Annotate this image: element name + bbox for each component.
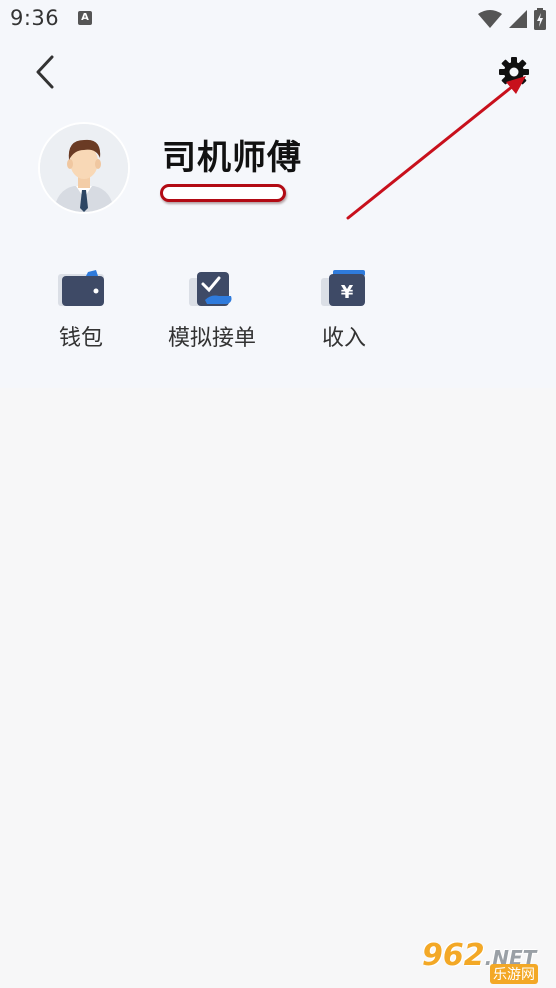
cellular-signal-icon [509, 10, 527, 28]
mock-order-button[interactable]: 模拟接单 [160, 268, 264, 358]
task-check-icon [189, 272, 232, 306]
wallet-icon [58, 270, 104, 306]
avatar[interactable] [38, 122, 130, 214]
income-button[interactable]: ¥ 收入 [308, 268, 380, 358]
settings-button[interactable] [498, 56, 530, 88]
wallet-button[interactable]: 钱包 [46, 268, 116, 358]
wifi-icon [478, 10, 502, 28]
back-button[interactable] [28, 52, 62, 92]
watermark-sub: 乐游网 [490, 964, 538, 984]
status-bar: 9:36 A [0, 0, 556, 38]
yuan-card-icon: ¥ [321, 270, 365, 306]
wallet-label: 钱包 [58, 326, 103, 351]
quick-menu: 钱包 模拟接单 ¥ 收入 [0, 268, 556, 368]
status-time: 9:36 [10, 6, 60, 30]
svg-text:¥: ¥ [341, 282, 354, 303]
user-avatar-icon [40, 124, 128, 212]
notification-icon: A [78, 11, 92, 25]
chevron-left-icon [36, 55, 54, 89]
redaction-annotation [160, 184, 286, 202]
income-label: 收入 [321, 326, 366, 351]
user-name: 司机师傅 [162, 138, 302, 178]
battery-charging-icon [534, 8, 546, 30]
gear-icon [499, 57, 529, 87]
watermark-logo: 962.NET 乐游网 [414, 938, 554, 984]
mock-order-label: 模拟接单 [167, 326, 256, 351]
status-icons [478, 8, 546, 30]
